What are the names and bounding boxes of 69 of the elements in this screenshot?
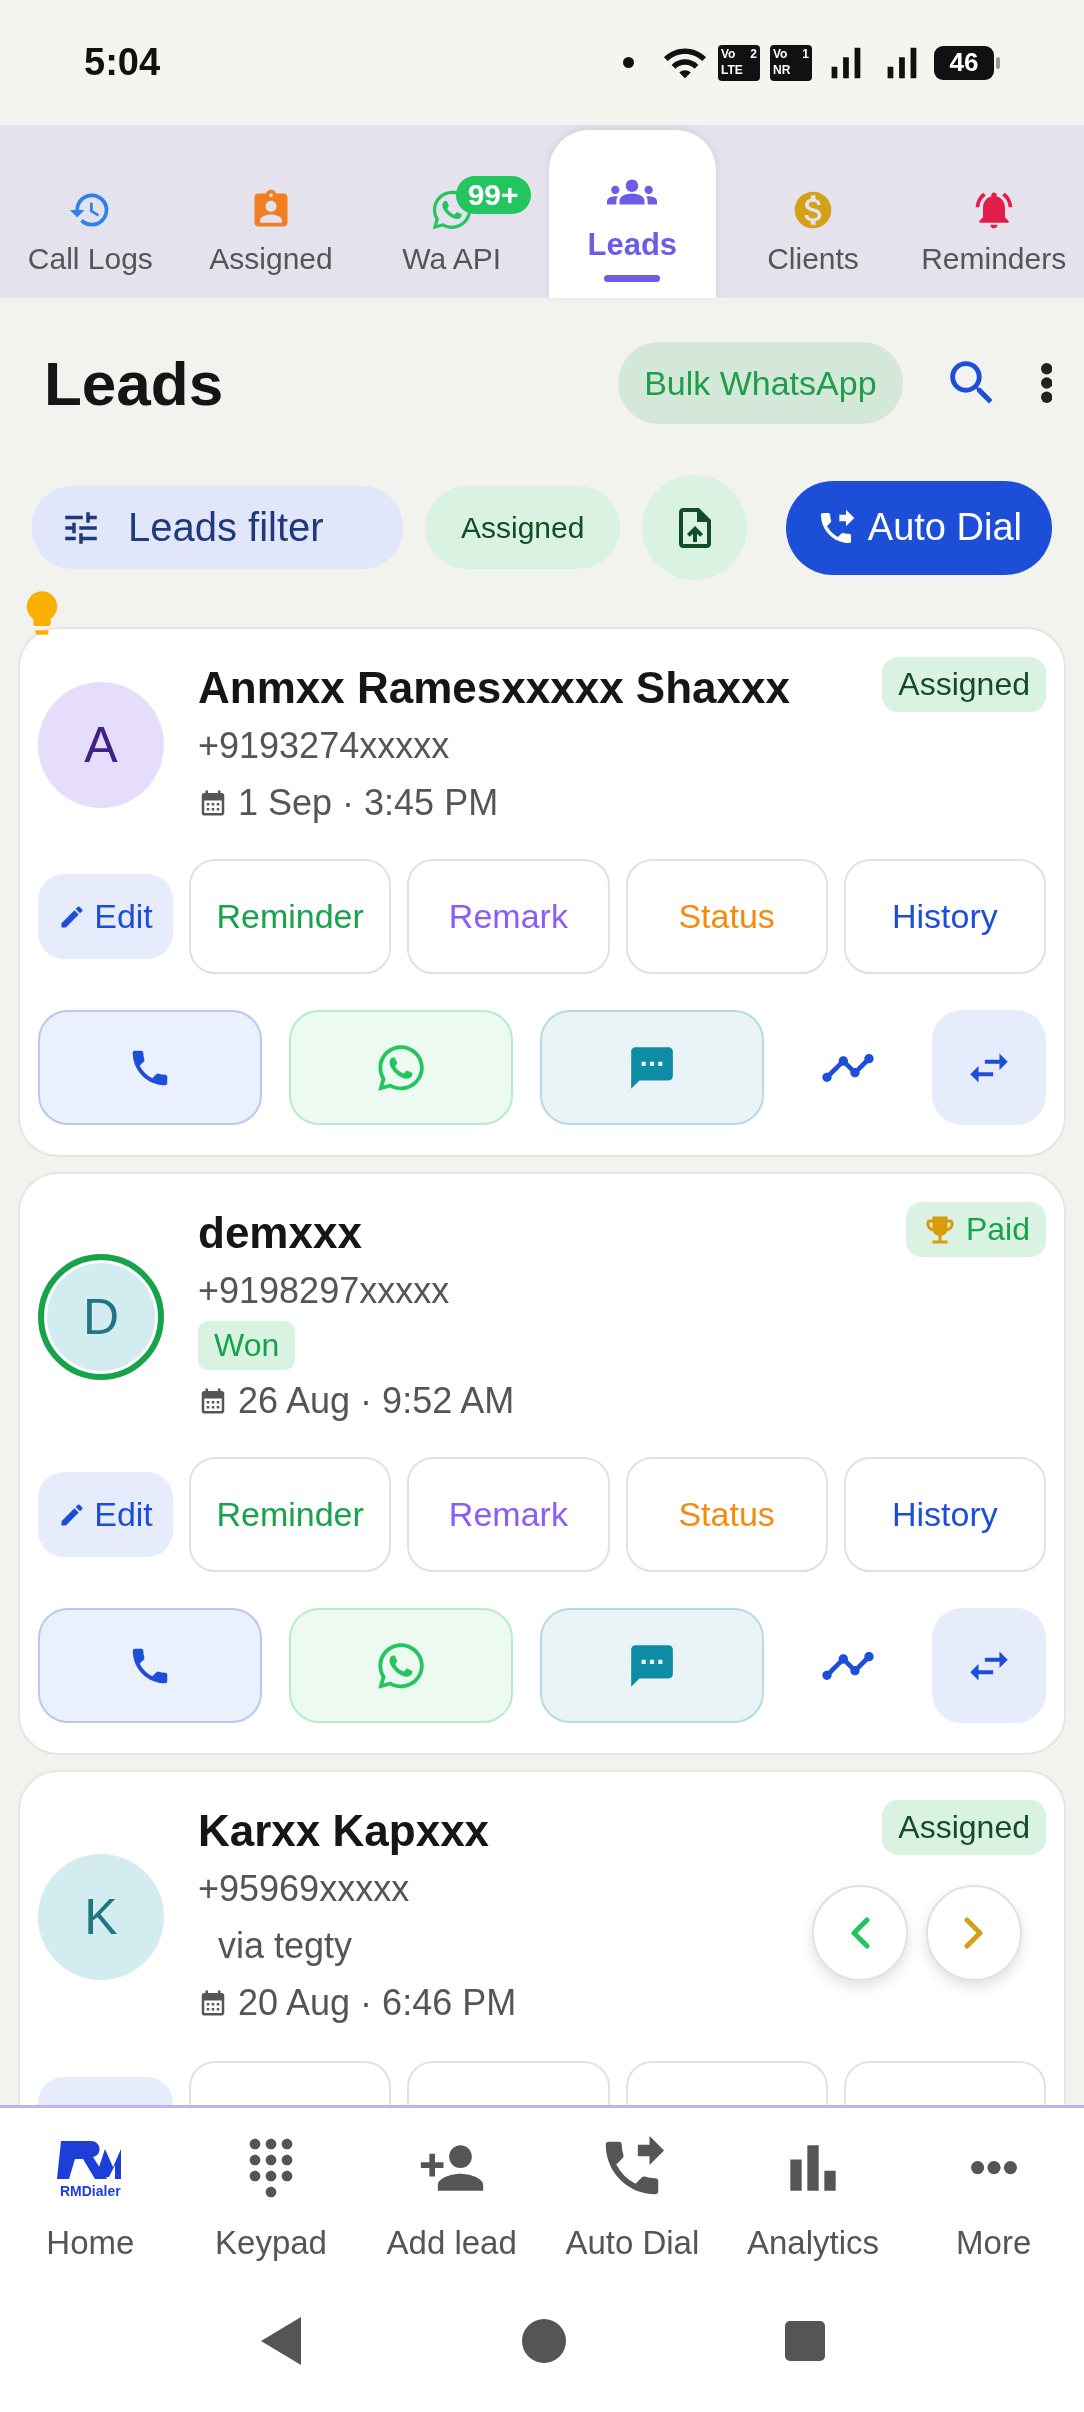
lead-name: Karxx Kapxxx — [198, 1805, 491, 1857]
phone-number: +9193274xxxxx — [198, 724, 451, 768]
reminder-button[interactable]: Reminder — [189, 1457, 392, 1572]
tab[interactable]: 99+ Wa API — [368, 130, 535, 298]
tab[interactable]: Leads — [549, 130, 716, 298]
avatar: K — [38, 1853, 164, 1980]
phone-number: +9198297xxxxx — [198, 1269, 451, 1313]
lead-card[interactable]: D demxxx +9198297xxxxx Won 26 Aug · 9:52 AM Paid Edit Reminder Remark Status History — [18, 1172, 1066, 1755]
call-button[interactable] — [38, 1608, 262, 1723]
tab[interactable]: Call Logs — [7, 130, 174, 298]
avatar: A — [38, 682, 164, 808]
lead-name: demxxx — [198, 1207, 363, 1259]
history-button[interactable]: History — [843, 859, 1046, 974]
message-button[interactable] — [540, 1608, 764, 1723]
tab-indicator — [604, 275, 661, 282]
count-badge: 99+ — [455, 176, 531, 214]
nav-item[interactable]: More — [903, 2108, 1084, 2290]
status-tag: Assigned — [882, 1800, 1046, 1855]
more-icon — [1040, 363, 1052, 403]
whatsapp-button[interactable] — [289, 1010, 513, 1125]
status-tag: Assigned — [882, 657, 1046, 712]
more-button[interactable] — [1040, 363, 1052, 403]
phone-number: +95969xxxxx — [198, 1867, 411, 1911]
tab[interactable]: Clients — [729, 130, 897, 298]
recents-icon — [785, 2321, 825, 2361]
network-badge: Vo 1 NR — [770, 44, 812, 81]
home-icon — [521, 2318, 567, 2364]
lead-date: 26 Aug · 9:52 AM — [238, 1379, 515, 1422]
lead-source: via tegty — [217, 1924, 354, 1968]
call-button[interactable] — [38, 1010, 262, 1125]
more-icon — [970, 2161, 1017, 2175]
history-button[interactable]: History — [843, 1457, 1046, 1572]
auto-dial-button[interactable]: Auto Dial — [785, 480, 1052, 575]
edit-button[interactable]: Edit — [38, 1472, 173, 1557]
remark-button[interactable]: Remark — [407, 859, 610, 974]
edit-button[interactable]: Edit — [38, 874, 173, 959]
avatar: D — [38, 1253, 164, 1380]
page-title: Leads — [44, 347, 224, 419]
tab[interactable]: Reminders — [910, 130, 1077, 298]
transfer-button[interactable] — [932, 1608, 1046, 1723]
battery-level: 46 — [934, 45, 994, 80]
battery-tip — [996, 56, 1000, 69]
clock: 5:04 — [84, 41, 161, 84]
tab[interactable]: Assigned — [187, 130, 355, 298]
transfer-button[interactable] — [932, 1010, 1046, 1125]
lead-name: Anmxx Ramesxxxxx Shaxxx — [198, 662, 790, 714]
chevron-right-icon — [964, 1917, 984, 1949]
nav-item[interactable]: Auto Dial — [542, 2108, 723, 2290]
lead-date: 20 Aug · 6:46 PM — [238, 1981, 517, 2024]
reminder-button[interactable]: Reminder — [189, 859, 392, 974]
lead-card[interactable]: K Karxx Kapxxx +95969xxxxx via tegty 20 Aug · 6:46 PM Assigned — [18, 1770, 1066, 2105]
stage-tag: Won — [198, 1321, 296, 1370]
nav-item[interactable]: Analytics — [722, 2108, 904, 2290]
leads-filter-button[interactable]: Leads filter — [32, 486, 403, 569]
nav-item[interactable]: RMDialer Home — [0, 2108, 181, 2290]
nav-item[interactable]: Add lead — [361, 2108, 542, 2290]
network-badge: Vo 2 LTE — [718, 44, 760, 81]
whatsapp-button[interactable] — [289, 1608, 513, 1723]
chevron-left-icon — [850, 1917, 870, 1949]
back-icon — [259, 2315, 303, 2367]
remark-button[interactable]: Remark — [407, 1457, 610, 1572]
status-tag: Paid — [905, 1202, 1046, 1257]
notification-dot — [623, 57, 634, 68]
lead-date: 1 Sep · 3:45 PM — [238, 781, 499, 824]
app-logo: RMDialer — [53, 2137, 128, 2199]
message-button[interactable] — [540, 1010, 764, 1125]
lead-card[interactable]: A Anmxx Ramesxxxxx Shaxxx +9193274xxxxx 1 Sep · 3:45 PM Assigned Edit Reminder Remark Status History — [18, 627, 1066, 1157]
nav-item[interactable]: Keypad — [180, 2108, 362, 2290]
assigned-filter-chip[interactable]: Assigned — [425, 486, 621, 569]
